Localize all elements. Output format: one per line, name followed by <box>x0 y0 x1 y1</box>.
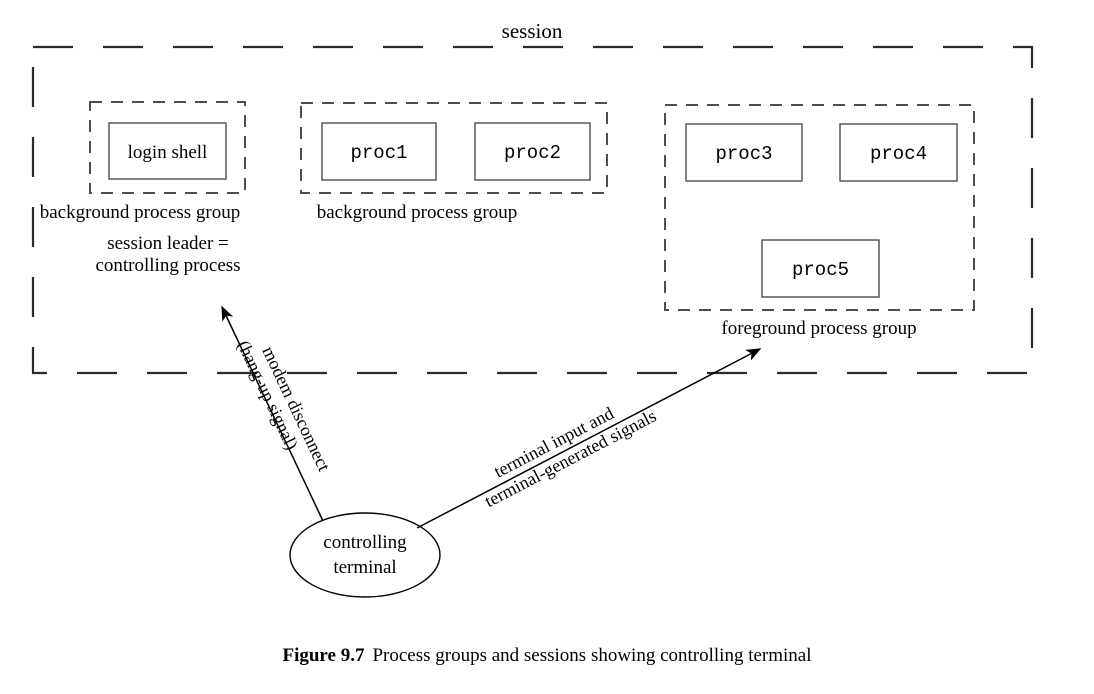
group-sublabel-session-leader: session leader = <box>107 233 229 254</box>
process-label-proc1: proc1 <box>350 142 407 164</box>
group-label-foreground: foreground process group <box>721 318 916 339</box>
controlling-terminal-label-line2: terminal <box>333 557 396 578</box>
arrow-hangup-label-group: modem disconnect (hang-up signal) <box>233 337 335 474</box>
process-group-session-diagram: session login shell background process g… <box>31 19 1034 598</box>
group-sublabel-controlling-process: controlling process <box>95 255 240 276</box>
process-label-proc4: proc4 <box>870 143 927 165</box>
process-label-proc2: proc2 <box>504 142 561 164</box>
arrow-terminal-input-label-group: terminal input and terminal-generated si… <box>481 403 659 511</box>
process-label-login-shell: login shell <box>128 142 208 163</box>
group-label-login: background process group <box>40 202 241 223</box>
figure-caption-number: Figure 9.7 <box>282 645 365 666</box>
figure-caption: Figure 9.7 Process groups and sessions sh… <box>0 645 1094 667</box>
figure-caption-text: Process groups and sessions showing cont… <box>372 645 812 666</box>
session-title: session <box>502 19 563 43</box>
process-label-proc5: proc5 <box>792 259 849 281</box>
group-label-background-2: background process group <box>317 202 518 223</box>
process-label-proc3: proc3 <box>715 143 772 165</box>
controlling-terminal-label-line1: controlling <box>323 532 407 553</box>
figure-container: session login shell background process g… <box>0 0 1094 694</box>
controlling-terminal-node[interactable] <box>289 512 441 598</box>
